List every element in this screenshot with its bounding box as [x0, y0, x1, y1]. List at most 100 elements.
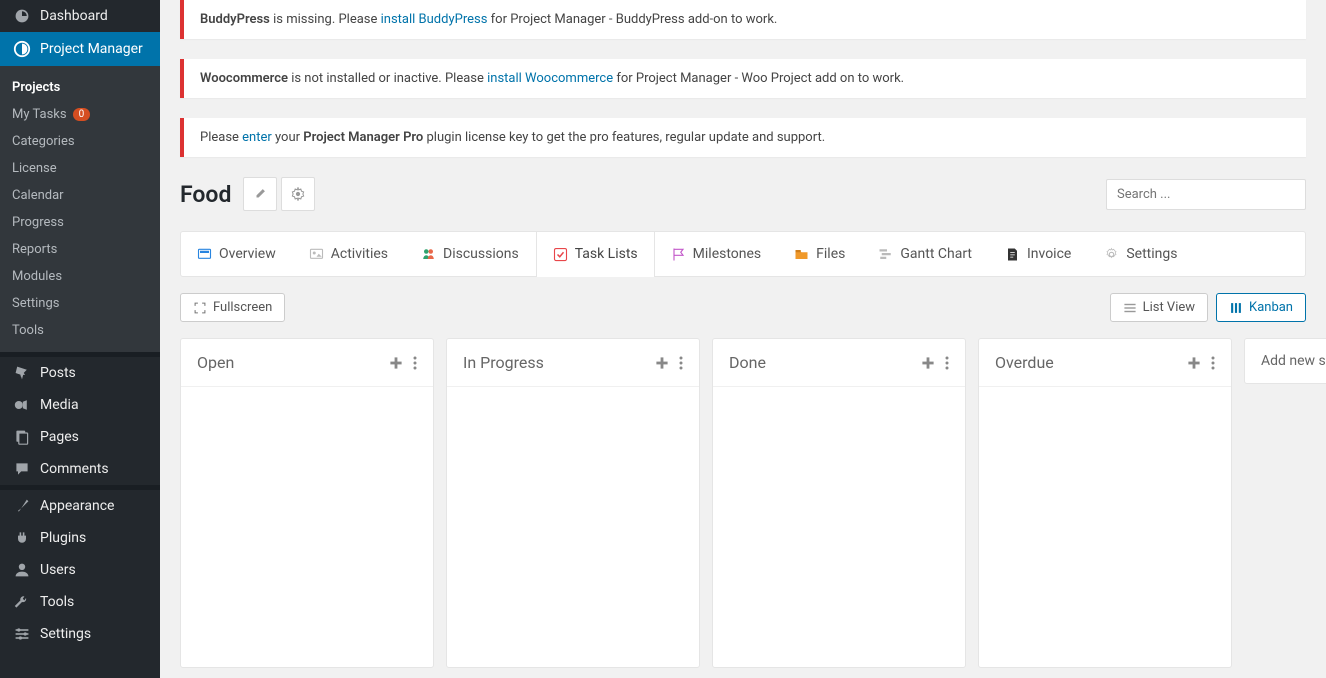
search-box: [1106, 179, 1306, 210]
kanban-column-title: Overdue: [995, 353, 1187, 372]
comments-icon: [12, 461, 32, 477]
gear-icon: [1104, 247, 1119, 262]
gantt-icon: [878, 247, 893, 262]
task-count-badge: 0: [73, 108, 91, 121]
discussions-icon: [421, 247, 436, 262]
kanban-board: Open In Progress Done: [180, 338, 1306, 668]
sidebar-label: Comments: [40, 461, 109, 477]
sidebar-item-users[interactable]: Users: [0, 554, 160, 586]
enter-license-link[interactable]: enter: [242, 130, 272, 145]
tab-gantt[interactable]: Gantt Chart: [862, 232, 989, 276]
sidebar-label: Plugins: [40, 530, 86, 546]
sidebar-label: Settings: [40, 626, 91, 642]
kanban-column-in-progress: In Progress: [446, 338, 700, 668]
search-input[interactable]: [1106, 179, 1306, 210]
sidebar-label: Media: [40, 397, 79, 413]
sidebar-item-plugins[interactable]: Plugins: [0, 522, 160, 554]
sidebar-label: Posts: [40, 365, 76, 381]
tab-activities[interactable]: Activities: [293, 232, 405, 276]
kanban-column-title: Open: [197, 353, 389, 372]
add-section-button[interactable]: Add new se: [1244, 338, 1326, 384]
fullscreen-button[interactable]: Fullscreen: [180, 293, 285, 322]
milestones-icon: [671, 247, 686, 262]
tab-settings[interactable]: Settings: [1088, 232, 1194, 276]
add-task-button[interactable]: [655, 356, 669, 370]
sidebar-sub-license[interactable]: License: [0, 155, 160, 182]
sidebar-item-project-manager[interactable]: Project Manager: [0, 32, 160, 66]
activities-icon: [309, 247, 324, 262]
sidebar-sub-categories[interactable]: Categories: [0, 128, 160, 155]
sidebar-item-pages[interactable]: Pages: [0, 421, 160, 453]
fullscreen-icon: [193, 301, 207, 315]
kanban-column-overdue: Overdue: [978, 338, 1232, 668]
files-icon: [794, 247, 809, 262]
view-controls: Fullscreen List View Kanban: [180, 293, 1306, 322]
dashboard-icon: [12, 8, 32, 24]
tab-files[interactable]: Files: [778, 232, 862, 276]
sidebar-label: Pages: [40, 429, 79, 445]
install-woocommerce-link[interactable]: install Woocommerce: [487, 71, 613, 86]
column-menu-button[interactable]: [413, 356, 417, 370]
sidebar-item-appearance[interactable]: Appearance: [0, 490, 160, 522]
sidebar-label: Users: [40, 562, 76, 578]
sidebar-item-dashboard[interactable]: Dashboard: [0, 0, 160, 32]
wrench-icon: [12, 594, 32, 610]
sidebar-label: Dashboard: [40, 8, 108, 24]
sidebar-sub-tools[interactable]: Tools: [0, 317, 160, 344]
admin-sidebar: Dashboard Project Manager Projects My Ta…: [0, 0, 160, 678]
sidebar-label: Appearance: [40, 498, 114, 514]
sidebar-sub-projects[interactable]: Projects: [0, 74, 160, 101]
tab-overview[interactable]: Overview: [181, 232, 293, 276]
list-view-button[interactable]: List View: [1110, 293, 1208, 322]
kanban-column-title: Done: [729, 353, 921, 372]
main-content: BuddyPress is missing. Please install Bu…: [160, 0, 1326, 678]
tab-milestones[interactable]: Milestones: [655, 232, 779, 276]
add-task-button[interactable]: [921, 356, 935, 370]
tab-task-lists[interactable]: Task Lists: [536, 232, 655, 276]
media-icon: [12, 397, 32, 413]
sidebar-label: Project Manager: [40, 41, 143, 57]
edit-project-button[interactable]: [243, 177, 277, 211]
kanban-column-open: Open: [180, 338, 434, 668]
sidebar-sub-calendar[interactable]: Calendar: [0, 182, 160, 209]
list-icon: [1123, 301, 1137, 315]
pin-icon: [12, 365, 32, 381]
project-header: Food: [180, 177, 1306, 231]
sidebar-label: Tools: [40, 594, 74, 610]
sidebar-sub-progress[interactable]: Progress: [0, 209, 160, 236]
install-buddypress-link[interactable]: install BuddyPress: [381, 12, 488, 27]
kanban-icon: [1229, 301, 1243, 315]
sidebar-item-media[interactable]: Media: [0, 389, 160, 421]
tab-invoice[interactable]: Invoice: [989, 232, 1088, 276]
tab-discussions[interactable]: Discussions: [405, 232, 536, 276]
project-title: Food: [180, 181, 231, 208]
plug-icon: [12, 530, 32, 546]
user-icon: [12, 562, 32, 578]
overview-icon: [197, 247, 212, 262]
task-lists-icon: [553, 247, 568, 262]
column-menu-button[interactable]: [945, 356, 949, 370]
project-manager-icon: [12, 40, 32, 58]
sliders-icon: [12, 626, 32, 642]
kanban-view-button[interactable]: Kanban: [1216, 293, 1306, 322]
column-menu-button[interactable]: [1211, 356, 1215, 370]
project-tabs: Overview Activities Discussions Task Lis…: [180, 231, 1306, 277]
sidebar-item-tools[interactable]: Tools: [0, 586, 160, 618]
pages-icon: [12, 429, 32, 445]
sidebar-sub-modules[interactable]: Modules: [0, 263, 160, 290]
column-menu-button[interactable]: [679, 356, 683, 370]
sidebar-item-posts[interactable]: Posts: [0, 357, 160, 389]
sidebar-item-settings[interactable]: Settings: [0, 618, 160, 650]
sidebar-item-comments[interactable]: Comments: [0, 453, 160, 485]
notice-buddypress: BuddyPress is missing. Please install Bu…: [180, 0, 1306, 39]
notice-woocommerce: Woocommerce is not installed or inactive…: [180, 59, 1306, 98]
sidebar-sub-settings[interactable]: Settings: [0, 290, 160, 317]
sidebar-sub-my-tasks[interactable]: My Tasks0: [0, 101, 160, 128]
project-settings-button[interactable]: [281, 177, 315, 211]
add-task-button[interactable]: [389, 356, 403, 370]
add-task-button[interactable]: [1187, 356, 1201, 370]
sidebar-sub-reports[interactable]: Reports: [0, 236, 160, 263]
kanban-column-title: In Progress: [463, 353, 655, 372]
brush-icon: [12, 498, 32, 514]
notice-license: Please enter your Project Manager Pro pl…: [180, 118, 1306, 157]
